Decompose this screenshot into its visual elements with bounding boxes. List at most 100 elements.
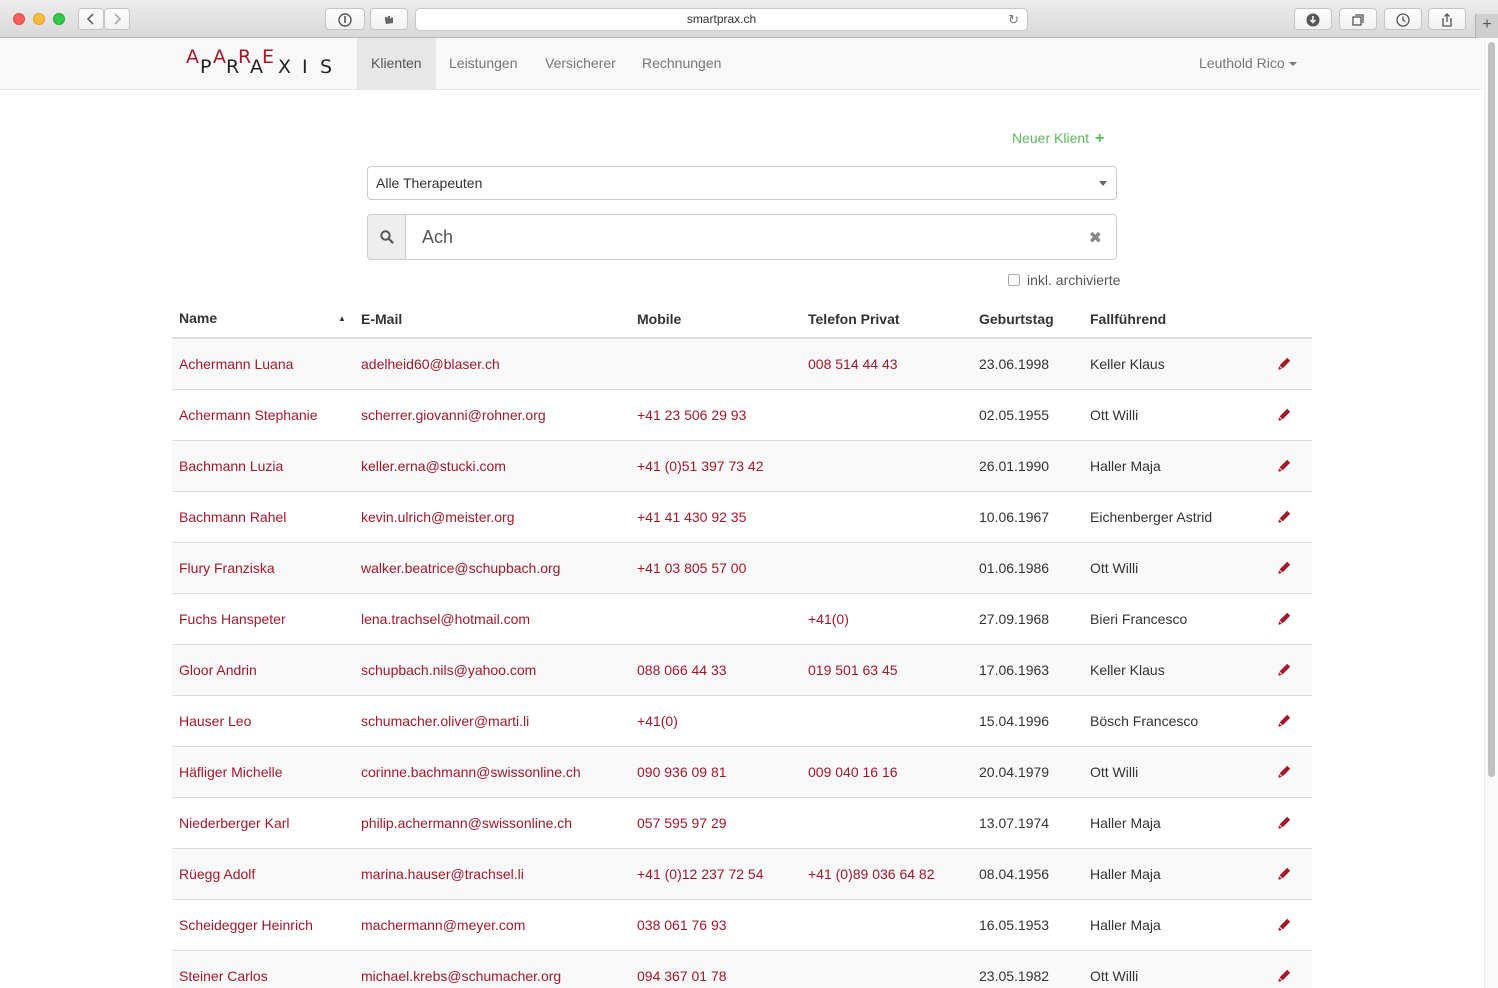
downloads-button[interactable] <box>1294 8 1332 30</box>
tab-overview-button[interactable] <box>1339 8 1377 30</box>
birthday-cell: 01.06.1986 <box>979 560 1050 576</box>
email-link[interactable]: kevin.ulrich@meister.org <box>361 509 515 525</box>
email-link[interactable]: adelheid60@blaser.ch <box>361 356 500 372</box>
client-name-link[interactable]: Bachmann Rahel <box>179 509 286 525</box>
therapist-select[interactable]: Alle Therapeuten <box>367 166 1117 200</box>
email-link[interactable]: scherrer.giovanni@rohner.org <box>361 407 546 423</box>
email-link[interactable]: lena.trachsel@hotmail.com <box>361 611 530 627</box>
client-name-link[interactable]: Hauser Leo <box>179 713 251 729</box>
clear-search-icon[interactable]: ✖ <box>1089 228 1102 248</box>
mobile-link[interactable]: +41(0) <box>637 713 678 729</box>
history-button[interactable] <box>1384 8 1422 30</box>
pencil-icon[interactable] <box>1278 408 1291 421</box>
client-name-link[interactable]: Fuchs Hanspeter <box>179 611 286 627</box>
close-window-button[interactable] <box>13 13 25 25</box>
address-bar[interactable]: smartprax.ch ↻ <box>415 8 1028 31</box>
email-link[interactable]: machermann@meyer.com <box>361 917 525 933</box>
email-link[interactable]: marina.hauser@trachsel.li <box>361 866 524 882</box>
pencil-icon[interactable] <box>1278 714 1291 727</box>
mobile-link[interactable]: +41 41 430 92 35 <box>637 509 746 525</box>
phone-link[interactable]: +41(0) <box>808 611 849 627</box>
minimize-window-button[interactable] <box>33 13 45 25</box>
back-button[interactable] <box>78 8 104 30</box>
column-header-lead[interactable]: Fallführend <box>1090 311 1166 327</box>
mobile-link[interactable]: +41 23 506 29 93 <box>637 407 746 423</box>
nav-tab-leistungen[interactable]: Leistungen <box>435 38 532 89</box>
client-name-link[interactable]: Flury Franziska <box>179 560 275 576</box>
logo-letter: A <box>213 46 226 68</box>
client-name-link[interactable]: Rüegg Adolf <box>179 866 255 882</box>
client-name-link[interactable]: Scheidegger Heinrich <box>179 917 313 933</box>
new-client-button[interactable]: Neuer Klient + <box>1012 130 1104 148</box>
nav-tab-klienten[interactable]: Klienten <box>357 38 436 89</box>
client-name-link[interactable]: Niederberger Karl <box>179 815 290 831</box>
birthday-cell: 17.06.1963 <box>979 662 1050 678</box>
pencil-icon[interactable] <box>1278 459 1291 472</box>
client-name-link[interactable]: Gloor Andrin <box>179 662 257 678</box>
search-input[interactable] <box>407 215 1077 259</box>
email-link[interactable]: michael.krebs@schumacher.org <box>361 968 561 984</box>
mobile-link[interactable]: +41 (0)12 237 72 54 <box>637 866 764 882</box>
table-body: Achermann Luana adelheid60@blaser.ch 008 5… <box>172 339 1312 988</box>
email-link[interactable]: keller.erna@stucki.com <box>361 458 506 474</box>
phone-link[interactable]: 009 040 16 16 <box>808 764 898 780</box>
mobile-link[interactable]: 088 066 44 33 <box>637 662 727 678</box>
mobile-link[interactable]: 038 061 76 93 <box>637 917 727 933</box>
phone-link[interactable]: 008 514 44 43 <box>808 356 898 372</box>
column-header-birthday[interactable]: Geburtstag <box>979 311 1054 327</box>
client-name-link[interactable]: Bachmann Luzia <box>179 458 283 474</box>
user-menu[interactable]: Leuthold Rico <box>1199 38 1297 89</box>
mobile-link[interactable]: +41 (0)51 397 73 42 <box>637 458 764 474</box>
include-archived-toggle[interactable]: inkl. archivierte <box>1008 272 1120 288</box>
browser-toolbar: smartprax.ch ↻ + <box>0 0 1498 38</box>
client-name-link[interactable]: Häfliger Michelle <box>179 764 282 780</box>
therapist-select-value: Alle Therapeuten <box>376 175 483 191</box>
pencil-icon[interactable] <box>1278 816 1291 829</box>
pencil-icon[interactable] <box>1278 561 1291 574</box>
page-scrollbar[interactable] <box>1484 38 1498 988</box>
client-name-link[interactable]: Achermann Luana <box>179 356 293 372</box>
pencil-icon[interactable] <box>1278 918 1291 931</box>
logo[interactable]: A P A R R A E X I S <box>186 46 336 86</box>
privacy-report-button[interactable] <box>325 8 365 30</box>
nav-tab-versicherer[interactable]: Versicherer <box>531 38 630 89</box>
zoom-window-button[interactable] <box>53 13 65 25</box>
column-header-email[interactable]: E-Mail <box>361 311 402 327</box>
share-button[interactable] <box>1428 8 1466 30</box>
email-link[interactable]: corinne.bachmann@swissonline.ch <box>361 764 581 780</box>
phone-link[interactable]: +41 (0)89 036 64 82 <box>808 866 935 882</box>
logo-letter: P <box>200 56 212 78</box>
scrollbar-thumb[interactable] <box>1488 42 1495 777</box>
pencil-icon[interactable] <box>1278 867 1291 880</box>
pencil-icon[interactable] <box>1278 969 1291 982</box>
lead-cell: Ott Willi <box>1090 407 1139 423</box>
mobile-link[interactable]: 057 595 97 29 <box>637 815 727 831</box>
table-row: Flury Franziska walker.beatrice@schupbach… <box>172 543 1312 594</box>
client-name-link[interactable]: Achermann Stephanie <box>179 407 318 423</box>
pencil-icon[interactable] <box>1278 510 1291 523</box>
pencil-icon[interactable] <box>1278 663 1291 676</box>
birthday-cell: 26.01.1990 <box>979 458 1050 474</box>
include-archived-checkbox[interactable] <box>1008 274 1020 286</box>
nav-tab-rechnungen[interactable]: Rechnungen <box>628 38 735 89</box>
email-link[interactable]: schumacher.oliver@marti.li <box>361 713 529 729</box>
mobile-link[interactable]: +41 03 805 57 00 <box>637 560 746 576</box>
pencil-icon[interactable] <box>1278 612 1291 625</box>
reload-icon[interactable]: ↻ <box>1008 9 1019 30</box>
reader-extension-button[interactable] <box>370 8 408 30</box>
sort-ascending-icon[interactable]: ▲ <box>338 314 346 323</box>
phone-link[interactable]: 019 501 63 45 <box>808 662 898 678</box>
column-header-mobile[interactable]: Mobile <box>637 311 681 327</box>
email-link[interactable]: schupbach.nils@yahoo.com <box>361 662 536 678</box>
client-name-link[interactable]: Steiner Carlos <box>179 968 268 984</box>
mobile-link[interactable]: 090 936 09 81 <box>637 764 727 780</box>
column-header-name[interactable]: Name <box>179 310 217 326</box>
email-link[interactable]: philip.achermann@swissonline.ch <box>361 815 572 831</box>
column-header-phone[interactable]: Telefon Privat <box>808 311 900 327</box>
new-tab-button[interactable]: + <box>1475 14 1498 38</box>
mobile-link[interactable]: 094 367 01 78 <box>637 968 727 984</box>
email-link[interactable]: walker.beatrice@schupbach.org <box>361 560 560 576</box>
pencil-icon[interactable] <box>1278 765 1291 778</box>
forward-button[interactable] <box>104 8 130 30</box>
pencil-icon[interactable] <box>1278 357 1291 370</box>
